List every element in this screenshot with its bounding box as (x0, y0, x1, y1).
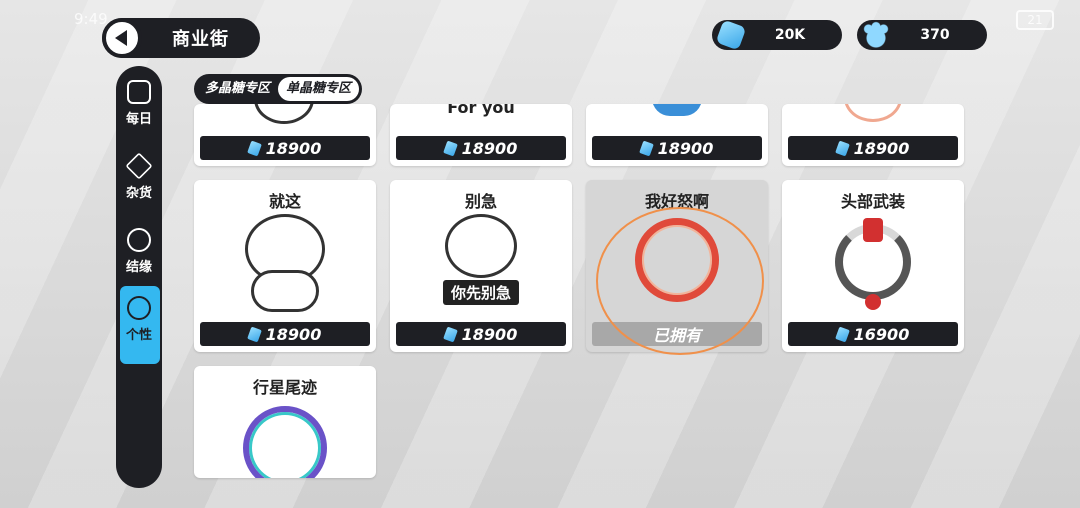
zone-tabs: 多晶糖专区 单晶糖专区 (194, 74, 363, 104)
item-image (237, 400, 333, 478)
item-price: 18900 (788, 136, 958, 160)
shop-item-card[interactable]: 就这 18900 (194, 180, 376, 352)
shop-item-card[interactable]: 18900 (782, 104, 964, 166)
sidebar-item-daily[interactable]: 每日 (116, 80, 162, 127)
item-image (844, 104, 902, 122)
tab-single-crystal[interactable]: 单晶糖专区 (278, 77, 360, 101)
currency-crystal-value: 20K (774, 27, 806, 43)
item-price: 18900 (396, 322, 566, 346)
item-image (825, 214, 921, 310)
shop-item-card[interactable]: 18900 (586, 104, 768, 166)
item-title: 别急 (464, 192, 497, 211)
crystal-icon (638, 140, 654, 156)
item-image-text: For you (447, 104, 515, 117)
crystal-icon (246, 140, 262, 156)
crystal-icon (442, 140, 458, 156)
item-price: 18900 (592, 136, 762, 160)
shop-item-card[interactable]: 行星尾迹 (194, 366, 376, 478)
paw-candy-icon (861, 20, 891, 50)
price-value: 18900 (657, 138, 714, 158)
crystal-icon (246, 326, 262, 342)
item-image (652, 104, 702, 116)
people-icon (127, 228, 151, 252)
price-value: 18900 (461, 324, 518, 344)
currency-paw-candy[interactable]: 370 (857, 20, 987, 50)
item-image (254, 104, 314, 124)
box-icon (125, 152, 153, 180)
sidebar-item-bond[interactable]: 结缘 (116, 228, 162, 275)
back-button[interactable] (102, 18, 142, 58)
item-sign-text: 你先别急 (442, 280, 520, 305)
item-price: 18900 (396, 136, 566, 160)
currency-paw-candy-value: 370 (920, 27, 950, 43)
shop-item-card[interactable]: For you 18900 (390, 104, 572, 166)
crystal-icon (715, 19, 747, 51)
sidebar-item-label: 杂货 (125, 186, 152, 201)
sidebar-item-goods[interactable]: 杂货 (116, 152, 162, 201)
price-value: 18900 (853, 138, 910, 158)
battery-indicator: 21 (1016, 10, 1054, 30)
sidebar-item-label: 每日 (125, 112, 152, 127)
crystal-icon (442, 326, 458, 342)
currency-crystal[interactable]: 20K (712, 19, 842, 51)
item-title: 行星尾迹 (252, 378, 317, 397)
crystal-icon (834, 326, 850, 342)
sidebar-item-label: 结缘 (125, 260, 152, 275)
page-header: 商业街 (102, 18, 260, 58)
page-title: 商业街 (172, 29, 229, 50)
item-image (237, 214, 333, 312)
status-time: 9:49 (74, 10, 108, 28)
tab-multi-crystal[interactable]: 多晶糖专区 (197, 77, 278, 101)
item-price: 18900 (200, 136, 370, 160)
price-value: 18900 (461, 138, 518, 158)
price-value: 18900 (265, 324, 322, 344)
back-arrow-icon (114, 30, 127, 46)
price-value: 16900 (853, 324, 910, 344)
shop-item-card[interactable]: 头部武装 16900 (782, 180, 964, 352)
shop-icon (127, 80, 151, 104)
item-title: 就这 (268, 192, 301, 211)
item-price: 16900 (788, 322, 958, 346)
shop-item-card[interactable]: 18900 (194, 104, 376, 166)
crystal-icon (834, 140, 850, 156)
ornament-icon (127, 296, 151, 320)
sidebar-item-personality[interactable]: 个性 (116, 296, 162, 343)
item-price: 18900 (200, 322, 370, 346)
sidebar-item-label: 个性 (125, 328, 152, 343)
item-title: 头部武装 (840, 192, 905, 211)
category-sidebar (116, 66, 162, 488)
price-value: 18900 (265, 138, 322, 158)
shop-item-card[interactable]: 别急 你先别急 18900 (390, 180, 572, 352)
highlight-annotation (596, 207, 764, 355)
